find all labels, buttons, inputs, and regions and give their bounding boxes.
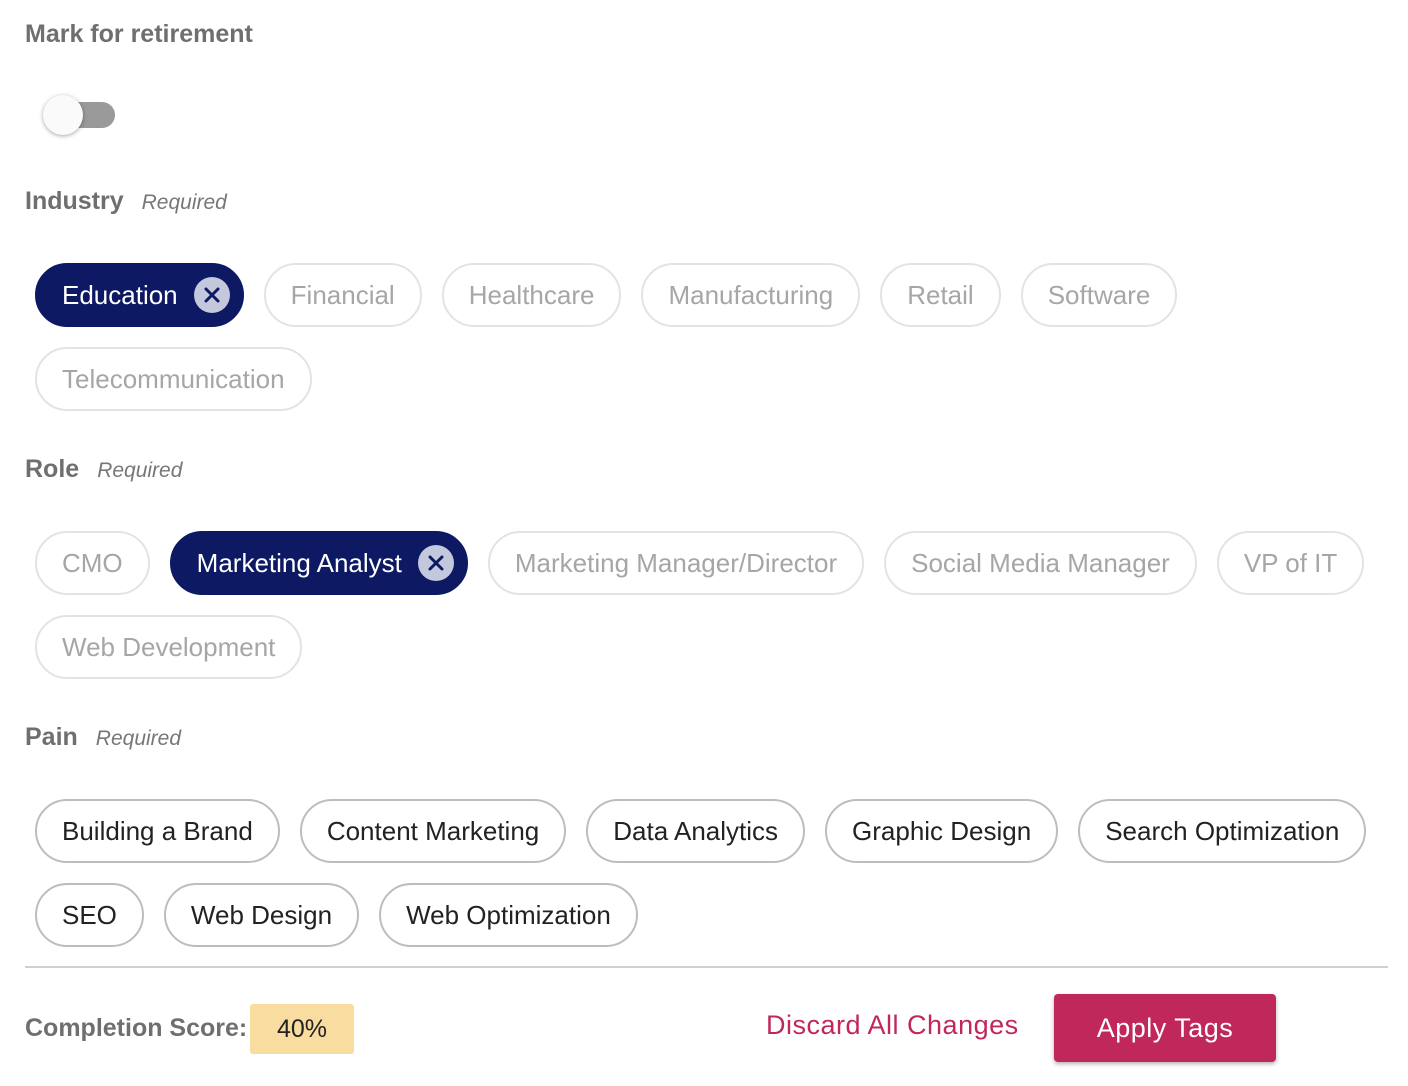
apply-tags-button[interactable]: Apply Tags	[1054, 994, 1276, 1062]
role-chip-cmo[interactable]: CMO	[35, 531, 150, 595]
pain-title: Pain	[25, 723, 78, 751]
pain-chip-building-a-brand[interactable]: Building a Brand	[35, 799, 280, 863]
industry-chip-healthcare[interactable]: Healthcare	[441, 263, 622, 327]
pain-chip-seo[interactable]: SEO	[35, 883, 144, 947]
pain-chip-data-analytics[interactable]: Data Analytics	[586, 799, 806, 863]
chip-label: Retail	[907, 279, 974, 310]
role-chip-vp-of-it[interactable]: VP of IT	[1216, 531, 1365, 595]
pain-chip-web-design[interactable]: Web Design	[163, 883, 360, 947]
close-circle-icon[interactable]	[417, 545, 454, 581]
pain-chip-content-marketing[interactable]: Content Marketing	[299, 799, 567, 863]
chip-label: VP of IT	[1243, 547, 1338, 578]
role-chips: CMO Marketing Analyst Marketing Manager/Di…	[35, 531, 1375, 679]
chip-label: Marketing Analyst	[196, 547, 402, 578]
industry-chip-education[interactable]: Education	[35, 263, 244, 327]
chip-label: Marketing Manager/Director	[514, 547, 838, 578]
role-chip-group: CMO Marketing Analyst Marketing Manager/Di…	[35, 531, 1375, 679]
retirement-toggle[interactable]	[43, 95, 117, 135]
role-title: Role	[25, 455, 80, 483]
close-circle-icon[interactable]	[193, 277, 230, 313]
chip-label: Education	[62, 279, 178, 310]
chip-label: Healthcare	[468, 279, 595, 310]
industry-chip-retail[interactable]: Retail	[880, 263, 1001, 327]
completion-score-label: Completion Score:	[25, 1014, 248, 1042]
role-chip-social-media-manager[interactable]: Social Media Manager	[884, 531, 1197, 595]
chip-label: Web Design	[190, 899, 333, 930]
retirement-title-text: Mark for retirement	[25, 20, 253, 48]
chip-label: Software	[1047, 279, 1151, 310]
retirement-title: Mark for retirement	[25, 20, 253, 49]
pain-chip-graphic-design[interactable]: Graphic Design	[825, 799, 1059, 863]
industry-chip-financial[interactable]: Financial	[263, 263, 422, 327]
role-header: Role Required	[25, 455, 182, 484]
pain-header: Pain Required	[25, 723, 181, 752]
chip-label: CMO	[62, 547, 123, 578]
chip-label: Content Marketing	[326, 815, 540, 846]
chip-label: Web Development	[62, 631, 276, 662]
chip-label: Social Media Manager	[911, 547, 1170, 578]
chip-label: Data Analytics	[613, 815, 779, 846]
pain-chip-group: Building a Brand Content Marketing Data An…	[35, 799, 1375, 947]
role-chip-marketing-analyst[interactable]: Marketing Analyst	[169, 531, 468, 595]
toggle-thumb	[43, 95, 83, 135]
chip-label: Manufacturing	[668, 279, 834, 310]
discard-changes-button[interactable]: Discard All Changes	[766, 1010, 1019, 1041]
industry-chip-telecommunication[interactable]: Telecommunication	[35, 347, 312, 411]
chip-label: Web Optimization	[406, 899, 611, 930]
industry-chips: Education Financial Healthcare Manufacturin…	[35, 263, 1375, 411]
chip-label: Telecommunication	[62, 363, 285, 394]
pain-chip-search-optimization[interactable]: Search Optimization	[1078, 799, 1367, 863]
industry-header: Industry Required	[25, 187, 227, 216]
industry-chip-software[interactable]: Software	[1020, 263, 1178, 327]
chip-label: Building a Brand	[62, 815, 253, 846]
chip-label: Search Optimization	[1105, 815, 1340, 846]
chip-label: Graphic Design	[852, 815, 1032, 846]
chip-label: SEO	[62, 899, 117, 930]
footer-divider	[25, 966, 1388, 968]
chip-label: Financial	[290, 279, 395, 310]
pain-chips: Building a Brand Content Marketing Data An…	[35, 799, 1375, 947]
industry-chip-manufacturing[interactable]: Manufacturing	[641, 263, 861, 327]
industry-chip-group: Education Financial Healthcare Manufacturin…	[35, 263, 1375, 411]
industry-title: Industry	[25, 187, 124, 215]
pain-required-label: Required	[95, 727, 182, 750]
role-chip-marketing-manager-director[interactable]: Marketing Manager/Director	[487, 531, 865, 595]
pain-chip-web-optimization[interactable]: Web Optimization	[379, 883, 638, 947]
completion-score-badge: 40%	[250, 1004, 354, 1054]
role-chip-web-development[interactable]: Web Development	[35, 615, 303, 679]
industry-required-label: Required	[141, 191, 227, 214]
role-required-label: Required	[97, 459, 183, 482]
